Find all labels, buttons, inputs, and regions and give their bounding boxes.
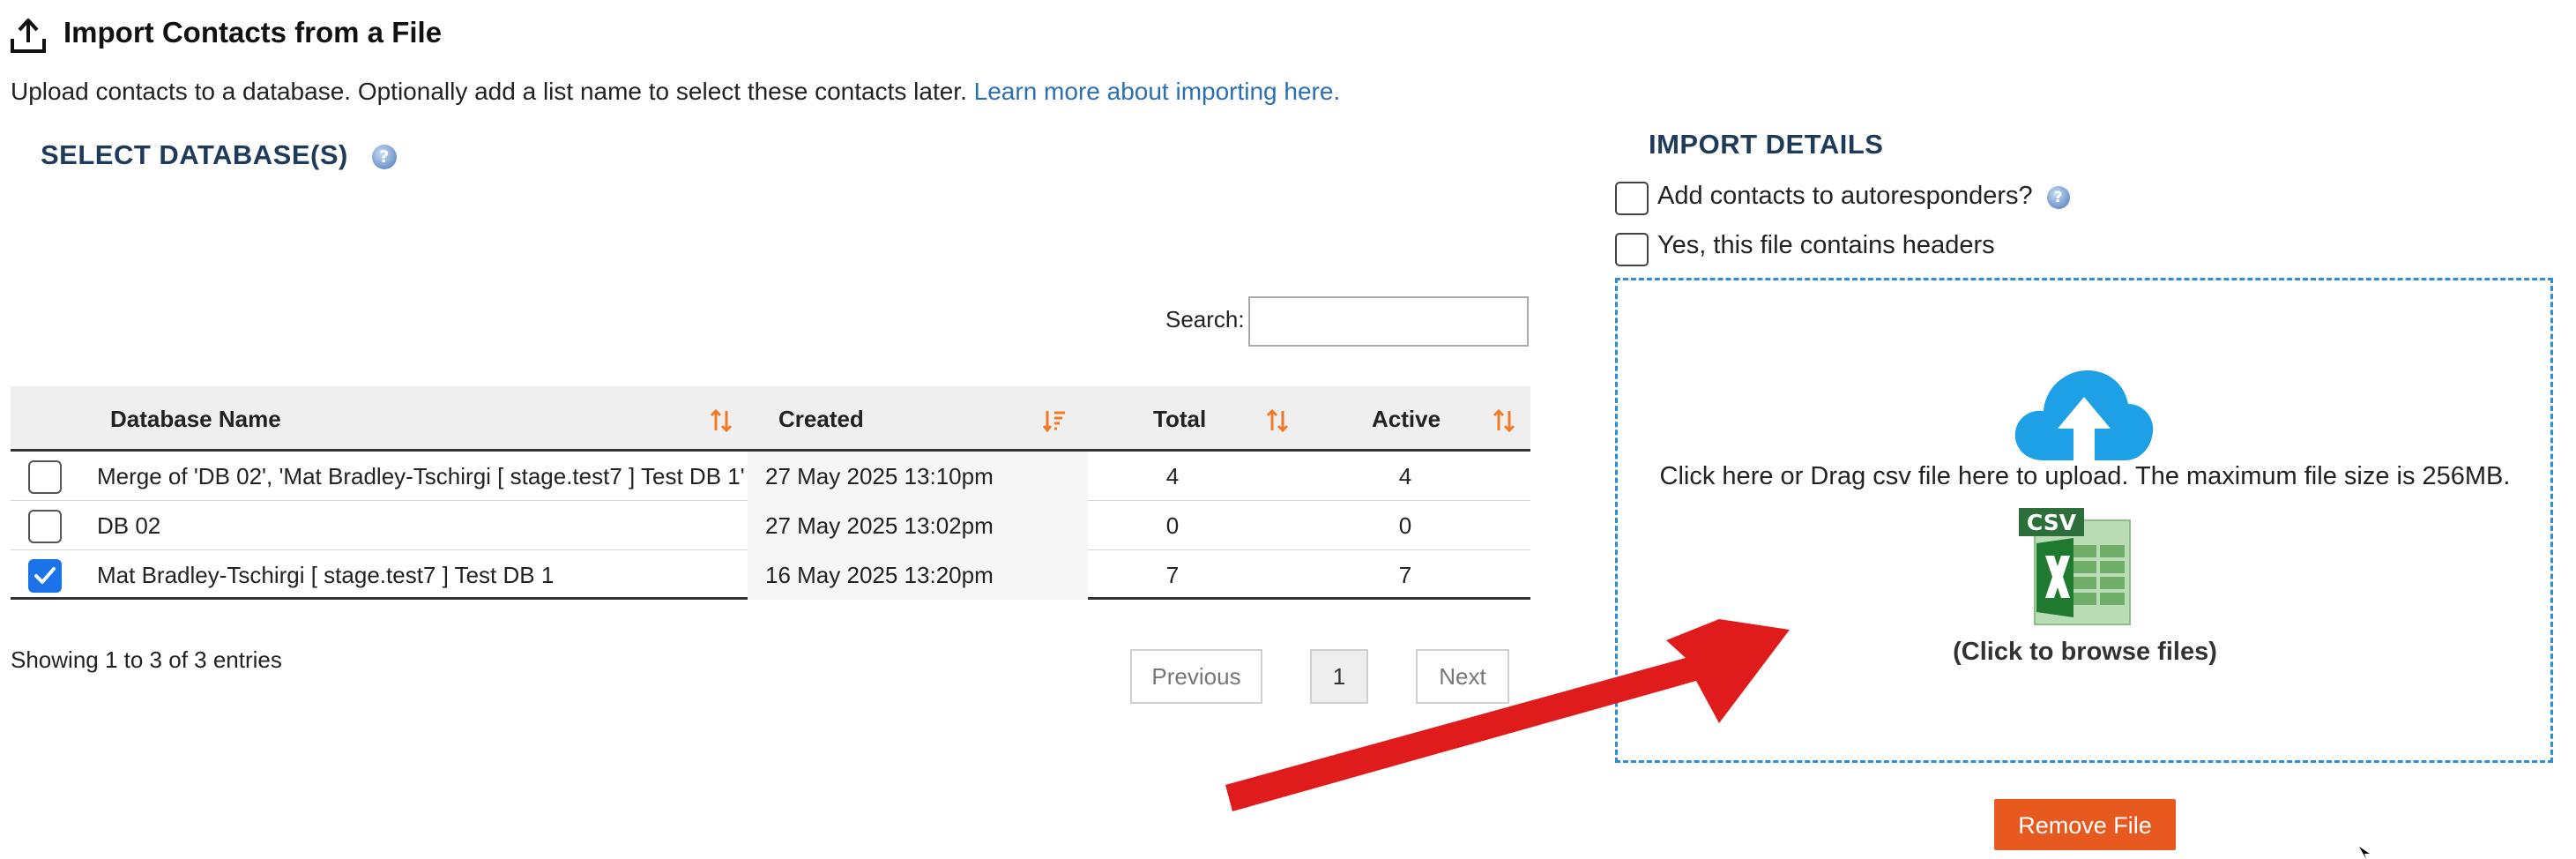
active-cell: 7 [1398,562,1412,588]
total-cell: 0 [1165,512,1180,539]
row-checkbox[interactable] [28,460,62,494]
csv-badge: CSV [2026,510,2077,535]
table-header: Database Name Created Total Active [11,386,1530,452]
column-header-active[interactable]: Active [1372,386,1441,452]
autoresponders-text: Add contacts to autoresponders? [1657,182,2033,210]
dropzone-instructions: Click here or Drag csv file here to uplo… [1659,462,2511,490]
created-cell: 16 May 2025 13:20pm [765,562,994,588]
sort-icon[interactable] [709,407,733,434]
table-row[interactable]: DB 02 27 May 2025 13:02pm 0 0 [11,501,1530,550]
sort-icon[interactable] [1265,407,1290,434]
total-cell: 4 [1165,463,1180,489]
created-cell: 27 May 2025 13:10pm [765,463,994,489]
select-databases-heading: SELECT DATABASE(S) ? [41,139,397,171]
checkmark-icon [34,567,56,584]
headers-label: Yes, this file contains headers [1657,231,1995,259]
intro-description: Upload contacts to a database. Optionall… [11,78,967,105]
search-label: Search: [1165,306,1245,332]
database-table: Database Name Created Total Active Merge… [11,386,1530,600]
database-name-cell: Merge of 'DB 02', 'Mat Bradley-Tschirgi … [97,463,745,489]
headers-checkbox[interactable] [1615,233,1649,266]
sort-descending-icon[interactable] [1042,407,1067,434]
total-cell: 7 [1165,562,1180,588]
table-row[interactable]: Merge of 'DB 02', 'Mat Bradley-Tschirgi … [11,452,1530,501]
annotation-arrow-icon [1225,619,1790,811]
import-details-title: IMPORT DETAILS [1649,129,1884,160]
help-icon[interactable]: ? [371,145,397,169]
search-input[interactable] [1248,296,1529,347]
row-checkbox[interactable] [28,510,62,543]
database-name-cell: Mat Bradley-Tschirgi [ stage.test7 ] Tes… [97,562,555,588]
learn-more-link[interactable]: Learn more about importing here. [974,78,1341,105]
help-icon[interactable]: ? [2046,186,2070,209]
row-checkbox-checked[interactable] [28,559,62,593]
select-databases-title: SELECT DATABASE(S) [41,139,348,170]
database-name-cell: DB 02 [97,512,161,539]
active-cell: 4 [1398,463,1412,489]
column-header-database-name[interactable]: Database Name [110,386,281,452]
active-cell: 0 [1398,512,1412,539]
remove-file-button[interactable]: Remove File [1994,799,2176,850]
autoresponders-checkbox[interactable] [1615,182,1649,215]
autoresponders-label: Add contacts to autoresponders? ? [1657,182,2070,211]
cloud-upload-icon [2014,370,2154,460]
upload-tray-icon [9,16,48,55]
sort-icon[interactable] [1492,407,1516,434]
mouse-cursor-icon [2359,847,2370,859]
table-info: Showing 1 to 3 of 3 entries [11,646,282,673]
column-header-total[interactable]: Total [1153,386,1206,452]
created-cell: 27 May 2025 13:02pm [765,512,994,539]
page-title: Import Contacts from a File [63,16,443,49]
column-header-created[interactable]: Created [778,386,864,452]
intro-text: Upload contacts to a database. Optionall… [11,78,1340,106]
table-row[interactable]: Mat Bradley-Tschirgi [ stage.test7 ] Tes… [11,550,1530,600]
